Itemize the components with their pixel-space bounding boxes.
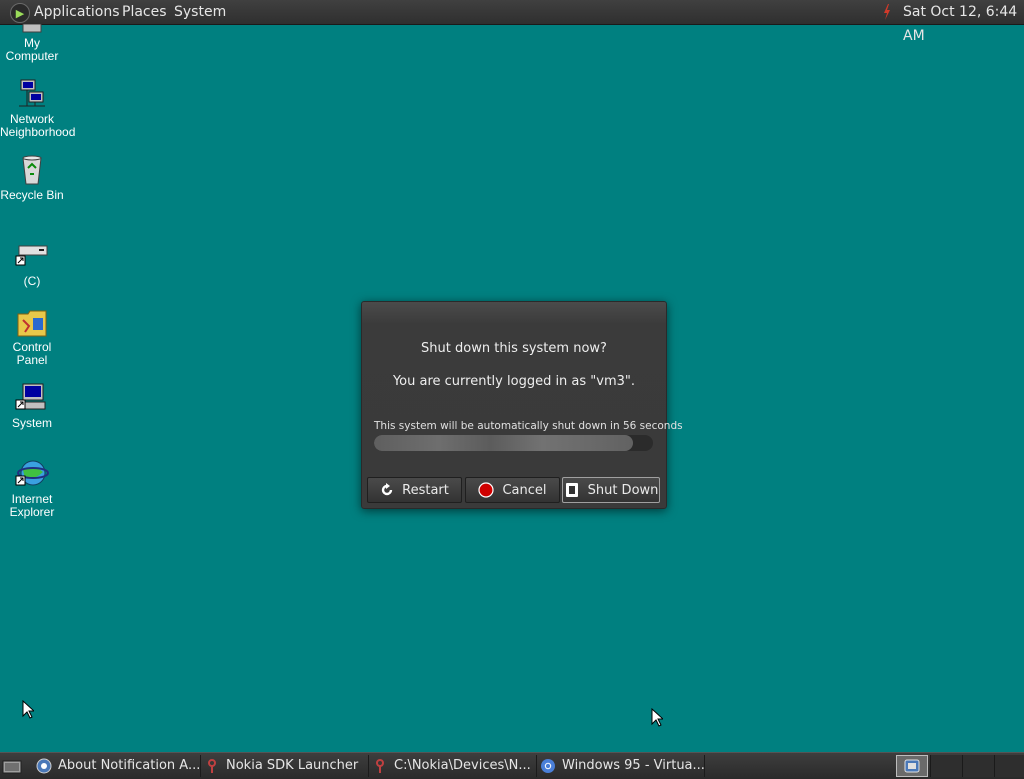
drive-c-icon: [15, 245, 48, 266]
taskbar-item-label: C:\Nokia\Devices\N...: [394, 758, 531, 773]
flash-plugin-icon[interactable]: [882, 3, 892, 21]
clock[interactable]: Sat Oct 12, 6:44 AM: [903, 0, 1024, 48]
workspace-switcher-1[interactable]: [896, 755, 928, 777]
desktop-icon-internet-explorer[interactable]: Internet Explorer: [0, 458, 64, 519]
show-desktop-icon[interactable]: [2, 757, 22, 775]
notification-area-icon: [36, 758, 52, 774]
taskbar-item[interactable]: C:\Nokia\Devices\N...: [372, 755, 537, 777]
restart-icon: [381, 483, 393, 496]
dialog-message: You are currently logged in as "vm3".: [392, 374, 636, 389]
nokia-sdk-icon: [208, 759, 216, 773]
workspace-switcher-4[interactable]: [994, 755, 1024, 777]
desktop-icon-system[interactable]: System: [0, 382, 64, 430]
window-thumbnail-icon: [904, 759, 920, 773]
workspace-switcher-2[interactable]: [930, 755, 962, 777]
chrome-icon: [541, 759, 555, 773]
desktop-icon-control-panel[interactable]: Control Panel: [0, 306, 64, 367]
menu-applications[interactable]: Applications: [34, 0, 120, 24]
taskbar-item[interactable]: About Notification A...: [36, 755, 201, 777]
control-panel-icon: [17, 310, 47, 337]
desktop-icon-network-neighborhood[interactable]: Network Neighborhood: [0, 78, 76, 139]
recycle-bin-icon: [22, 155, 42, 185]
taskbar-item[interactable]: Nokia SDK Launcher: [204, 755, 369, 777]
dialog-title: Shut down this system now?: [421, 341, 607, 356]
desktop-icon-label: Control Panel: [12, 340, 52, 367]
app-menu-logo-icon[interactable]: ▶: [10, 3, 30, 23]
top-panel: ▶ Applications Places System Sat Oct 12,…: [0, 0, 1024, 44]
system-icon: [15, 383, 46, 410]
restart-button[interactable]: Restart: [367, 477, 462, 503]
shutdown-icon: [565, 483, 578, 497]
mouse-cursor-icon: [22, 700, 34, 719]
countdown-text: This system will be automatically shut d…: [374, 420, 683, 432]
cancel-label: Cancel: [502, 482, 547, 498]
shutdown-label: Shut Down: [587, 482, 659, 498]
menu-places[interactable]: Places: [122, 0, 167, 24]
desktop-icon-drive-c[interactable]: (C): [0, 240, 64, 288]
internet-explorer-icon: [15, 460, 49, 486]
shutdown-button[interactable]: Shut Down: [562, 477, 660, 503]
taskbar-item[interactable]: Windows 95 - Virtua...: [540, 755, 705, 777]
countdown-progress-bar: [374, 435, 653, 451]
desktop-icon-label: Recycle Bin: [0, 188, 64, 202]
menu-system[interactable]: System: [174, 0, 226, 24]
countdown-progress-fill: [374, 435, 634, 451]
mouse-cursor-icon: [651, 708, 663, 727]
taskbar-item-label: Nokia SDK Launcher: [226, 758, 359, 773]
desktop-icon-label: My Computer: [5, 36, 59, 63]
cancel-icon: [478, 482, 495, 498]
desktop-icon-label: System: [11, 416, 52, 430]
desktop-icon-label: Network Neighborhood: [0, 112, 76, 139]
nokia-sdk-icon: [376, 759, 384, 773]
network-neighborhood-icon: [19, 79, 45, 107]
cancel-button[interactable]: Cancel: [465, 477, 560, 503]
desktop-icon-label: Internet Explorer: [9, 492, 55, 519]
taskbar-item-label: Windows 95 - Virtua...: [562, 758, 705, 773]
desktop-icon-recycle-bin[interactable]: Recycle Bin: [0, 154, 64, 202]
bottom-panel: About Notification A... Nokia SDK Launch…: [0, 752, 1024, 779]
taskbar-item-label: About Notification A...: [58, 758, 201, 773]
desktop-icon-my-computer[interactable]: My Computer: [0, 24, 64, 63]
shutdown-dialog: Shut down this system now? You are curre…: [361, 301, 683, 509]
restart-label: Restart: [402, 482, 449, 498]
my-computer-icon: [22, 24, 42, 33]
workspace-switcher-3[interactable]: [962, 755, 994, 777]
desktop-icon-label: (C): [23, 274, 41, 288]
